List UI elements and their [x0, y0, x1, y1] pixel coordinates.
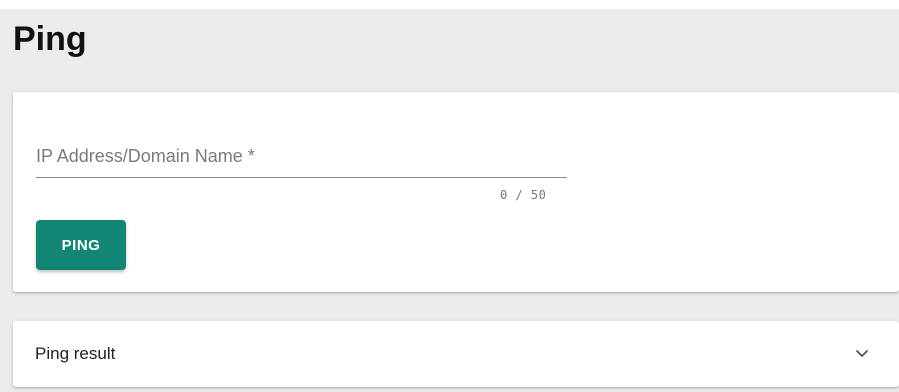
- ip-address-input[interactable]: [36, 137, 567, 177]
- ping-result-panel: Ping result: [13, 321, 899, 387]
- character-counter: 0 / 50: [500, 188, 547, 202]
- chevron-down-icon[interactable]: [855, 349, 869, 359]
- ping-result-header[interactable]: Ping result: [13, 321, 899, 387]
- ip-address-underline: [36, 177, 567, 178]
- page-title: Ping: [13, 20, 87, 58]
- ping-form-card: IP Address/Domain Name * 0 / 50 PING: [13, 92, 899, 292]
- ping-page: Ping IP Address/Domain Name * 0 / 50 PIN…: [0, 0, 899, 392]
- ip-address-field[interactable]: IP Address/Domain Name *: [36, 137, 567, 179]
- ping-button[interactable]: PING: [36, 220, 126, 270]
- ping-result-label: Ping result: [35, 344, 116, 363]
